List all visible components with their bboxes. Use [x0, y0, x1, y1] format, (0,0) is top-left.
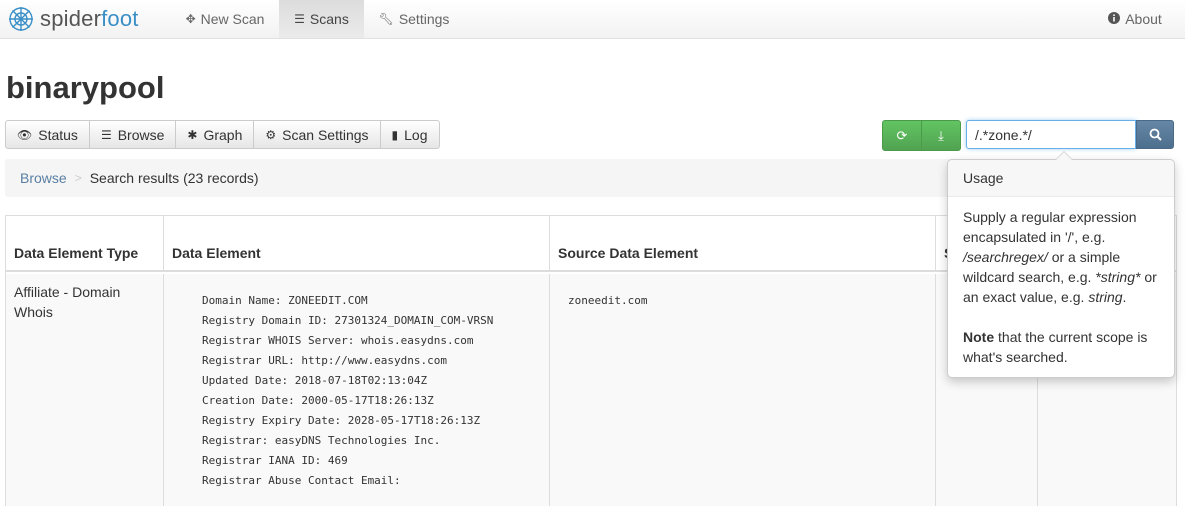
nav-scans-label: Scans — [309, 11, 349, 27]
asterisk-icon: ✱ — [187, 127, 198, 142]
tab-log-label: Log — [404, 126, 428, 143]
whois-line: Updated Date: 2018-07-18T02:13:04Z — [202, 374, 428, 387]
tab-log[interactable]: ▮ Log — [379, 120, 440, 149]
brand-name: spiderfoot — [40, 6, 139, 31]
breadcrumb-separator: > — [74, 171, 82, 185]
popover-usage-text: Supply a regular expression encapsulated… — [963, 209, 1157, 305]
whois-line: Creation Date: 2000-05-17T18:26:13Z — [202, 394, 434, 407]
download-button[interactable]: ⤓ — [921, 120, 961, 151]
download-icon: ⤓ — [938, 127, 944, 143]
whois-line: Registry Domain ID: 27301324_DOMAIN_COM-… — [202, 314, 494, 327]
tab-status-label: Status — [38, 126, 78, 143]
tab-graph[interactable]: ✱ Graph — [175, 120, 255, 149]
page-title: binarypool — [6, 70, 165, 105]
refresh-button[interactable]: ⟳ — [882, 120, 922, 151]
nav-new-scan[interactable]: ✥ New Scan — [172, 0, 278, 38]
whois-line: Registrar URL: http://www.easydns.com — [202, 354, 448, 367]
tab-scan-settings[interactable]: ⚙ Scan Settings — [253, 120, 381, 149]
popover-title: Usage — [948, 160, 1174, 197]
breadcrumb-current: Search results (23 records) — [89, 170, 259, 186]
whois-line: Registrar: easyDNS Technologies Inc. — [202, 434, 441, 447]
tab-scan-settings-label: Scan Settings — [282, 126, 369, 143]
nav-settings-label: Settings — [398, 11, 450, 27]
popover-body: Supply a regular expression encapsulated… — [948, 197, 1174, 367]
refresh-icon: ⟳ — [896, 127, 908, 143]
gear-icon: ⚙ — [265, 127, 277, 142]
tab-browse[interactable]: ☰ Browse — [88, 120, 177, 149]
tab-graph-label: Graph — [203, 126, 243, 143]
crosshair-icon: ✥ — [185, 12, 196, 26]
brand[interactable]: spiderfoot — [8, 6, 139, 32]
whois-line: Registrar WHOIS Server: whois.easydns.co… — [202, 334, 474, 347]
tab-browse-label: Browse — [117, 126, 165, 143]
cell-data-element: Domain Name: ZONEEDIT.COM Registry Domain… — [164, 274, 550, 506]
whois-line: Registrar Abuse Contact Email: — [202, 474, 401, 487]
search-button[interactable] — [1136, 120, 1174, 149]
search-usage-popover: Usage Supply a regular expression encaps… — [947, 151, 1175, 378]
nav-new-scan-label: New Scan — [200, 11, 265, 27]
whois-text: Domain Name: ZONEEDIT.COM Registry Domain… — [202, 291, 549, 491]
whois-line: Domain Name: ZONEEDIT.COM — [202, 294, 368, 307]
eye-icon: 👁︎ — [17, 127, 33, 142]
header-data-element-type[interactable]: Data Element Type — [6, 216, 164, 272]
scan-tabs: 👁︎ Status ☰ Browse ✱ Graph ⚙ Scan Settin… — [5, 120, 440, 149]
nav-about[interactable]: About — [1100, 0, 1170, 38]
source-text: zoneedit.com — [568, 294, 648, 307]
cell-data-element-type: Affiliate - Domain Whois — [6, 274, 164, 506]
tab-status[interactable]: 👁︎ Status — [5, 120, 90, 149]
popover-note-text: Note that the current scope is what's se… — [963, 329, 1148, 365]
whois-line: Registrar IANA ID: 469 — [202, 454, 348, 467]
navbar: spiderfoot ✥ New Scan ☰ Scans 🔧︎ Setting… — [0, 0, 1185, 39]
search-icon — [1149, 128, 1162, 141]
nav-settings[interactable]: 🔧︎ Settings — [366, 0, 462, 38]
whois-line: Registry Expiry Date: 2028-05-17T18:26:1… — [202, 414, 481, 427]
book-icon: ▮ — [391, 127, 399, 142]
spider-web-logo-icon — [9, 7, 33, 31]
cell-source-data-element: zoneedit.com — [550, 274, 936, 506]
wrench-icon: 🔧︎ — [378, 12, 394, 26]
info-icon — [1108, 11, 1121, 27]
list-icon: ☰ — [294, 12, 305, 26]
header-source-data-element[interactable]: Source Data Element — [550, 216, 936, 272]
list-icon: ☰ — [100, 127, 112, 142]
nav-scans[interactable]: ☰ Scans — [279, 0, 364, 38]
nav-about-label: About — [1125, 11, 1162, 27]
header-data-element[interactable]: Data Element — [164, 216, 550, 272]
search-input[interactable] — [966, 120, 1136, 149]
breadcrumb-browse-link[interactable]: Browse — [20, 170, 67, 186]
